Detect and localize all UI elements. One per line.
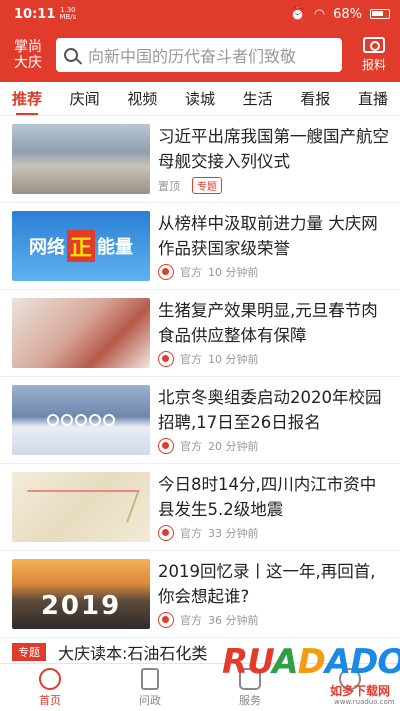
tab-news[interactable]: 庆闻 xyxy=(70,82,100,115)
news-source: 官方 xyxy=(180,614,202,627)
tab-recommend[interactable]: 推荐 xyxy=(12,82,42,115)
olympic-rings-icon xyxy=(47,414,115,426)
service-icon xyxy=(239,668,261,690)
nav-inquiry[interactable]: 问政 xyxy=(100,664,200,711)
news-thumbnail xyxy=(12,124,150,194)
nav-service[interactable]: 服务 xyxy=(200,664,300,711)
news-meta: 官方 36 分钟前 xyxy=(158,612,259,628)
profile-icon xyxy=(339,668,361,690)
status-bar: 10:11 1.30 MB/s ⏰ ◠ 68% xyxy=(0,0,400,28)
news-thumbnail: 2019 xyxy=(12,559,150,629)
report-label: 报料 xyxy=(361,58,386,72)
news-title[interactable]: 生猪复产效果明显,元旦春节肉食品供应整体有保障 xyxy=(158,298,390,348)
search-placeholder: 向新中国的历代奋斗者们致敬 xyxy=(88,47,297,66)
source-logo-icon xyxy=(158,612,174,628)
news-thumbnail: 网络 正 能量 xyxy=(12,211,150,281)
news-thumbnail xyxy=(12,298,150,368)
news-source: 官方 xyxy=(180,353,202,366)
news-title[interactable]: 北京冬奥组委启动2020年校园招聘,17日至26日报名 xyxy=(158,385,390,435)
home-icon xyxy=(39,668,61,690)
news-meta: 官方 33 分钟前 xyxy=(158,525,259,541)
app-header: 掌尚大庆 向新中国的历代奋斗者们致敬 报料 xyxy=(0,28,400,82)
news-thumbnail xyxy=(12,385,150,455)
status-right: ⏰ ◠ 68% xyxy=(290,7,390,22)
news-item[interactable]: 习近平出席我国第一艘国产航空母舰交接入列仪式 置顶 专题 xyxy=(0,116,400,203)
news-title[interactable]: 从榜样中汲取前进力量 大庆网作品获国家级荣誉 xyxy=(158,211,390,261)
camera-icon xyxy=(363,37,385,53)
news-item[interactable]: 2019 2019回忆录丨这一年,再回首,你会想起谁? 官方 36 分钟前 xyxy=(0,551,400,638)
report-button[interactable]: 报料 xyxy=(356,37,392,73)
news-source: 置顶 xyxy=(158,179,180,193)
city-logo[interactable]: 掌尚大庆 xyxy=(8,39,48,71)
tab-live[interactable]: 直播 xyxy=(358,82,388,115)
source-logo-icon xyxy=(158,525,174,541)
news-item[interactable]: 网络 正 能量 从榜样中汲取前进力量 大庆网作品获国家级荣誉 官方 10 分钟前 xyxy=(0,203,400,290)
news-meta: 官方 20 分钟前 xyxy=(158,438,259,454)
source-logo-icon xyxy=(158,438,174,454)
news-title[interactable]: 大庆读本:石油石化类 xyxy=(58,641,207,663)
news-item[interactable]: 北京冬奥组委启动2020年校园招聘,17日至26日报名 官方 20 分钟前 xyxy=(0,377,400,464)
tab-newspaper[interactable]: 看报 xyxy=(300,82,330,115)
news-title[interactable]: 习近平出席我国第一艘国产航空母舰交接入列仪式 xyxy=(158,124,390,174)
news-source: 官方 xyxy=(180,527,202,540)
nav-home[interactable]: 首页 xyxy=(0,664,100,711)
topic-tag[interactable]: 专题 xyxy=(192,177,222,194)
news-meta: 置顶 专题 xyxy=(158,177,222,194)
news-time: 20 分钟前 xyxy=(208,440,259,453)
document-icon xyxy=(141,668,159,690)
news-source: 官方 xyxy=(180,266,202,279)
news-source: 官方 xyxy=(180,440,202,453)
bottom-nav: 首页 问政 服务 xyxy=(0,663,400,711)
news-time: 36 分钟前 xyxy=(208,614,259,627)
news-meta: 官方 10 分钟前 xyxy=(158,351,259,367)
tab-city[interactable]: 读城 xyxy=(185,82,215,115)
news-title[interactable]: 2019回忆录丨这一年,再回首,你会想起谁? xyxy=(158,559,390,609)
net-speed: 1.30 MB/s xyxy=(59,6,77,21)
search-icon xyxy=(64,48,78,62)
news-title[interactable]: 今日8时14分,四川内江市资中县发生5.2级地震 xyxy=(158,472,390,522)
status-time: 10:11 xyxy=(14,6,56,22)
news-feed: 习近平出席我国第一艘国产航空母舰交接入列仪式 置顶 专题 网络 正 能量 从榜样… xyxy=(0,116,400,638)
news-item-partial[interactable]: 专题 大庆读本:石油石化类 xyxy=(0,641,400,663)
battery-icon xyxy=(370,9,390,19)
source-logo-icon xyxy=(158,264,174,280)
alarm-icon: ⏰ xyxy=(289,6,306,22)
channel-tabs: 推荐 庆闻 视频 读城 生活 看报 直播 xyxy=(0,82,400,116)
source-logo-icon xyxy=(158,351,174,367)
news-meta: 官方 10 分钟前 xyxy=(158,264,259,280)
battery-percent: 68% xyxy=(333,6,362,22)
tab-life[interactable]: 生活 xyxy=(243,82,273,115)
tab-video[interactable]: 视频 xyxy=(127,82,157,115)
news-thumbnail xyxy=(12,472,150,542)
topic-tag: 专题 xyxy=(12,643,46,661)
wifi-icon: ◠ xyxy=(313,6,326,22)
nav-more[interactable] xyxy=(300,664,400,711)
news-item[interactable]: 今日8时14分,四川内江市资中县发生5.2级地震 官方 33 分钟前 xyxy=(0,464,400,551)
search-input[interactable]: 向新中国的历代奋斗者们致敬 xyxy=(56,38,342,72)
news-time: 33 分钟前 xyxy=(208,527,259,540)
news-time: 10 分钟前 xyxy=(208,266,259,279)
news-item[interactable]: 生猪复产效果明显,元旦春节肉食品供应整体有保障 官方 10 分钟前 xyxy=(0,290,400,377)
news-time: 10 分钟前 xyxy=(208,353,259,366)
